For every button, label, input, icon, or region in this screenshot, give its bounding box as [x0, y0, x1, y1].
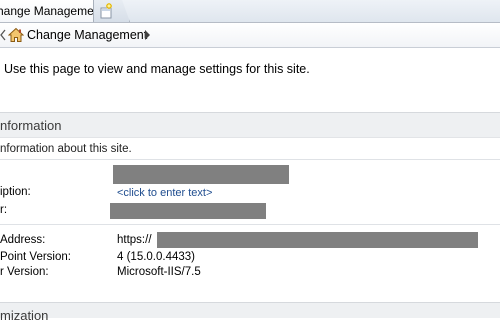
field-label-owner: r:	[0, 204, 8, 216]
divider	[0, 224, 500, 225]
breadcrumb-item[interactable]: Change Management	[27, 27, 147, 43]
chevron-right-icon[interactable]	[143, 29, 151, 41]
redacted-block	[113, 165, 289, 184]
chevron-left-icon[interactable]	[0, 28, 6, 42]
home-icon[interactable]	[8, 27, 24, 43]
sharepoint-version-value: 4 (15.0.0.4433)	[117, 251, 196, 263]
address-value: https://	[117, 234, 152, 246]
tab-strip: hange Management	[0, 0, 500, 23]
field-label-server-version: r Version:	[0, 266, 49, 278]
tab-label: hange Management	[0, 4, 94, 18]
field-label-sharepoint-version: Point Version:	[0, 251, 71, 263]
new-tab-button[interactable]	[94, 0, 130, 22]
section-description: nformation about this site.	[0, 143, 132, 155]
redacted-block	[110, 203, 266, 219]
field-label-address: Address:	[0, 234, 46, 246]
field-label-description: iption:	[0, 186, 31, 198]
breadcrumb: Change Management	[0, 23, 500, 48]
tab-change-management[interactable]: hange Management	[0, 0, 94, 22]
section-title: nformation	[0, 118, 62, 133]
page-description: Use this page to view and manage setting…	[4, 62, 310, 76]
section-header-information: nformation	[0, 112, 500, 138]
description-edit-link[interactable]: <click to enter text>	[117, 187, 212, 199]
section-header-customization: mization	[0, 302, 500, 323]
divider	[0, 159, 500, 160]
redacted-block	[157, 232, 478, 248]
server-version-value: Microsoft-IIS/7.5	[117, 266, 201, 278]
new-tab-icon	[100, 3, 112, 19]
section-title: mization	[0, 308, 49, 323]
